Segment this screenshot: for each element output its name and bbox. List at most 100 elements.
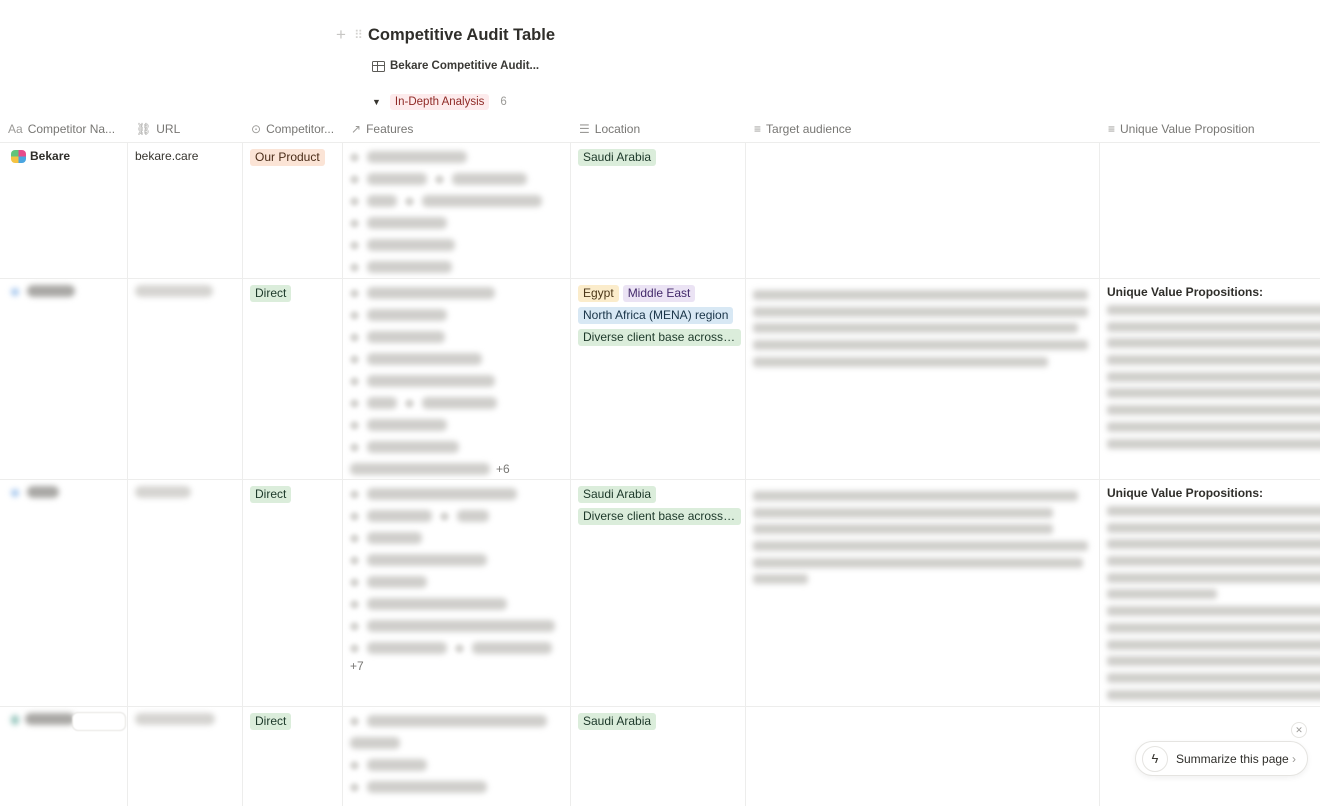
column-header-uvp[interactable]: ≡ Unique Value Proposition (1100, 115, 1320, 142)
feature-item[interactable] (350, 392, 563, 414)
feature-item[interactable] (350, 776, 563, 798)
location-tag: Saudi Arabia (578, 149, 657, 166)
target-audience-cell[interactable] (746, 707, 1100, 806)
chevron-right-icon: › (1292, 751, 1296, 766)
column-label: URL (156, 121, 181, 136)
competitor-type-tag: Our Product (250, 149, 325, 166)
features-cell[interactable]: +6 (343, 279, 571, 479)
url-cell[interactable] (128, 707, 243, 806)
column-header-features[interactable]: ↗ Features (343, 115, 571, 142)
add-block-icon[interactable]: + (334, 25, 348, 45)
feature-item[interactable] (350, 549, 563, 571)
target-audience-cell[interactable] (746, 480, 1100, 706)
feature-item[interactable] (350, 370, 563, 392)
competitor-logo-icon (11, 489, 19, 497)
location-cell[interactable]: Saudi Arabia (571, 143, 746, 278)
feature-item[interactable] (350, 282, 563, 304)
feature-item[interactable] (350, 348, 563, 370)
more-features-count[interactable]: +7 (350, 659, 563, 673)
competitor-type-cell[interactable]: Direct (243, 279, 343, 479)
column-header-target-audience[interactable]: ≡ Target audience (746, 115, 1100, 142)
column-label: Location (594, 121, 641, 136)
column-header-location[interactable]: ☰ Location (571, 115, 746, 142)
feature-item[interactable] (350, 146, 563, 168)
url-cell[interactable] (128, 279, 243, 479)
uvp-cell[interactable]: Unique Value Propositions: (1100, 480, 1320, 706)
location-tag: Saudi Arabia (578, 486, 657, 503)
table-row[interactable]: Direct +6 Egypt Middle East North Africa … (0, 279, 1320, 480)
feature-item[interactable] (350, 326, 563, 348)
more-features-count[interactable]: +6 (496, 462, 510, 476)
competitor-type-tag: Direct (250, 285, 292, 302)
close-summarize-button[interactable]: ✕ (1291, 722, 1307, 738)
target-audience-cell[interactable] (746, 279, 1100, 479)
url-link[interactable] (135, 285, 213, 297)
table-row[interactable]: Direct Saudi Arabia (0, 707, 1320, 806)
feature-item[interactable] (350, 593, 563, 615)
open-button[interactable] (72, 712, 126, 731)
drag-handle-icon[interactable]: ⠿ (348, 28, 368, 42)
feature-item[interactable] (350, 234, 563, 256)
competitor-type-cell[interactable]: Our Product (243, 143, 343, 278)
ai-assistant-icon: ϟ (1142, 745, 1168, 772)
location-tag: Diverse client base across s... (578, 329, 741, 346)
feature-item[interactable] (350, 212, 563, 234)
competitor-type-cell[interactable]: Direct (243, 707, 343, 806)
feature-item[interactable] (350, 256, 563, 278)
location-tag: North Africa (MENA) region (578, 307, 734, 324)
feature-item[interactable] (350, 190, 563, 212)
feature-item[interactable] (350, 571, 563, 593)
competitor-logo-icon (11, 288, 19, 296)
location-cell[interactable]: Saudi Arabia Diverse client base across … (571, 480, 746, 706)
features-cell[interactable] (343, 707, 571, 806)
feature-item[interactable] (350, 615, 563, 637)
features-cell[interactable]: +7 (343, 480, 571, 706)
table-row[interactable]: Direct +7 Saudi Arabia Diverse client ba… (0, 480, 1320, 707)
summarize-page-button[interactable]: ϟ Summarize this page › (1135, 741, 1308, 776)
page-title: Competitive Audit Table (368, 25, 556, 44)
column-header-competitor-type[interactable]: ⊙ Competitor... (243, 115, 343, 142)
feature-item[interactable] (350, 505, 563, 527)
text-icon: ≡ (1108, 121, 1116, 136)
features-cell[interactable] (343, 143, 571, 278)
feature-item[interactable] (350, 436, 563, 458)
feature-item[interactable] (350, 754, 563, 776)
feature-item[interactable] (350, 483, 563, 505)
url-cell[interactable]: bekare.care (128, 143, 243, 278)
table-row[interactable]: Bekare bekare.care Our Product Saudi Ara… (0, 143, 1320, 279)
uvp-cell[interactable]: Unique Value Propositions: (1100, 279, 1320, 479)
competitor-name (25, 713, 75, 725)
name-cell[interactable] (0, 480, 128, 706)
target-audience-cell[interactable] (746, 143, 1100, 278)
link-icon: ⛓ (136, 121, 152, 136)
feature-item[interactable] (350, 527, 563, 549)
competitor-logo-icon (11, 715, 19, 725)
column-header-name[interactable]: Aa Competitor Na... (0, 115, 128, 142)
feature-item[interactable] (350, 168, 563, 190)
competitor-type-cell[interactable]: Direct (243, 480, 343, 706)
url-link[interactable]: bekare.care (135, 149, 198, 163)
column-header-url[interactable]: ⛓ URL (128, 115, 243, 142)
name-cell[interactable] (0, 707, 128, 806)
url-link[interactable] (135, 713, 215, 725)
location-cell[interactable]: Egypt Middle East North Africa (MENA) reg… (571, 279, 746, 479)
name-cell[interactable] (0, 279, 128, 479)
collapse-triangle-icon[interactable]: ▼ (372, 97, 381, 107)
database-view-tab[interactable]: Bekare Competitive Audit... (372, 56, 539, 76)
location-cell[interactable]: Saudi Arabia (571, 707, 746, 806)
name-cell[interactable]: Bekare (0, 143, 128, 278)
location-tag: Diverse client base across s... (578, 508, 741, 525)
feature-item[interactable]: +6 (350, 458, 563, 479)
feature-item (350, 732, 563, 754)
feature-item[interactable] (350, 304, 563, 326)
uvp-cell[interactable] (1100, 143, 1320, 278)
table-icon (372, 60, 385, 72)
url-link[interactable] (135, 486, 191, 498)
location-tag: Saudi Arabia (578, 713, 657, 730)
group-header[interactable]: ▼ In-Depth Analysis 6 (372, 92, 507, 112)
competitor-name (27, 486, 59, 498)
url-cell[interactable] (128, 480, 243, 706)
feature-item[interactable] (350, 414, 563, 436)
feature-item[interactable] (350, 710, 563, 732)
feature-item[interactable] (350, 637, 563, 659)
